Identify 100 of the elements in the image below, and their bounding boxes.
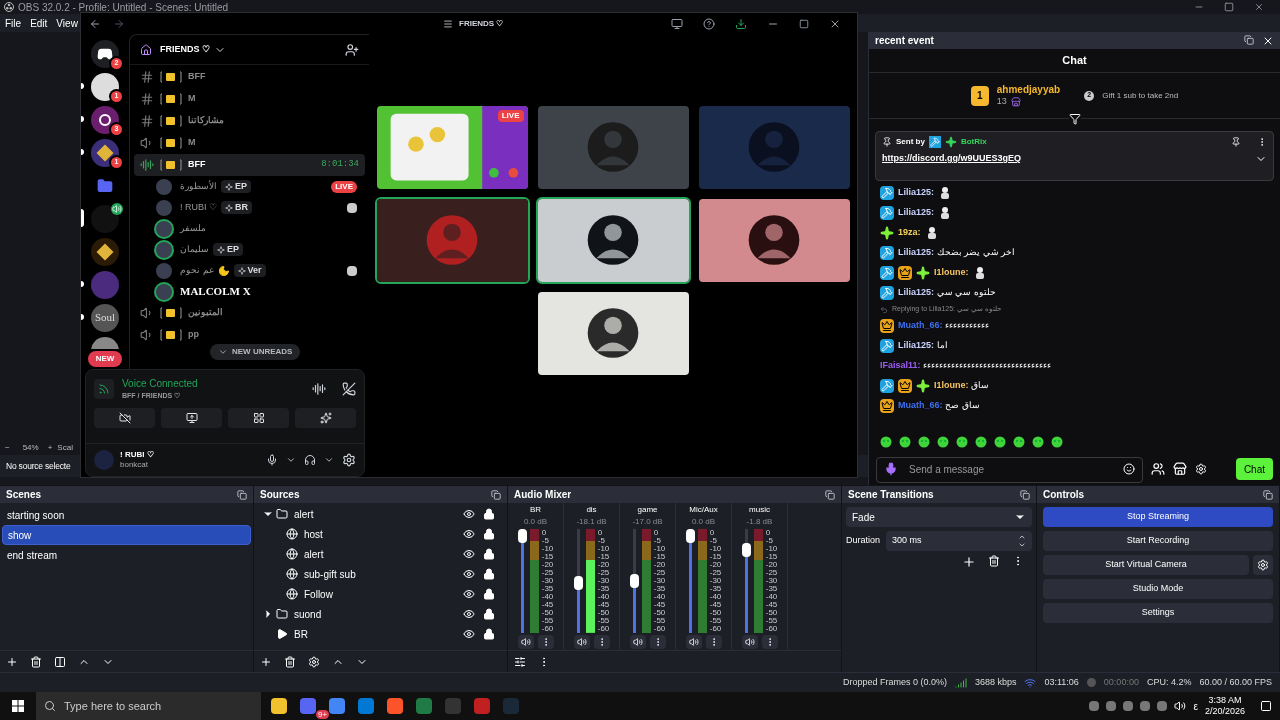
zoom-out-button[interactable]: − xyxy=(5,442,10,454)
server-icon[interactable] xyxy=(91,204,119,233)
smiley-emote-icon[interactable] xyxy=(975,436,987,448)
lock-icon[interactable] xyxy=(483,628,495,640)
mic-icon[interactable] xyxy=(884,462,898,476)
scene-item[interactable]: show xyxy=(2,525,251,545)
add-icon[interactable] xyxy=(962,555,976,569)
duration-field[interactable]: 300 ms xyxy=(886,531,1032,551)
member-name[interactable]: سليمان xyxy=(180,242,209,257)
menu-item[interactable]: File xyxy=(5,15,22,31)
video-tile[interactable]: LIVE xyxy=(374,104,530,191)
voice-channel[interactable]: pp xyxy=(134,324,365,346)
eye-icon[interactable] xyxy=(463,628,475,640)
float-icon[interactable] xyxy=(237,489,247,500)
member-name[interactable]: الأسطورة xyxy=(180,179,217,194)
pinned-link[interactable]: https://discord.gg/w9UUES3gEQ xyxy=(882,152,1021,166)
chevron-down-icon[interactable] xyxy=(324,455,334,465)
eye-icon[interactable] xyxy=(463,528,475,540)
source-name[interactable]: alert xyxy=(294,506,314,522)
mute-button[interactable] xyxy=(685,635,702,649)
lock-icon[interactable] xyxy=(483,548,495,560)
float-icon[interactable] xyxy=(1263,489,1273,500)
tray-icon[interactable] xyxy=(1123,701,1134,711)
member-name[interactable]: عم نحوم xyxy=(180,263,214,278)
smiley-emote-icon[interactable] xyxy=(899,436,911,448)
fader-thumb[interactable] xyxy=(741,542,751,557)
mute-button[interactable] xyxy=(517,635,534,649)
scene-item[interactable]: starting soon xyxy=(2,505,251,525)
control-button[interactable]: Stop Streaming xyxy=(1043,507,1273,527)
activity-button[interactable] xyxy=(228,407,289,428)
eye-icon[interactable] xyxy=(463,548,475,560)
fader-thumb[interactable] xyxy=(685,529,695,543)
send-button[interactable]: Chat xyxy=(1235,458,1273,480)
eye-icon[interactable] xyxy=(463,508,475,520)
mute-button[interactable] xyxy=(629,635,646,649)
more-button[interactable] xyxy=(705,635,722,649)
help-icon[interactable] xyxy=(703,17,715,30)
voice-channel[interactable]: المتبونين xyxy=(134,302,365,324)
smiley-emote-icon[interactable] xyxy=(918,436,930,448)
fader-thumb[interactable] xyxy=(573,575,583,590)
text-channel[interactable]: BFF xyxy=(134,66,365,88)
transition-select[interactable]: Fade xyxy=(846,507,1032,527)
invite-icon[interactable] xyxy=(345,42,359,57)
taskbar-search-field[interactable]: Type here to search xyxy=(36,692,261,720)
tray-icon[interactable] xyxy=(1157,701,1168,711)
mute-button[interactable] xyxy=(741,635,758,649)
tray-icon[interactable] xyxy=(1089,701,1100,711)
emoji-icon[interactable] xyxy=(1123,463,1135,475)
disconnect-icon[interactable] xyxy=(342,381,356,396)
lock-icon[interactable] xyxy=(483,608,495,620)
control-button[interactable]: Studio Mode xyxy=(1043,579,1273,599)
server-icon[interactable]: Soul xyxy=(91,303,119,332)
eye-icon[interactable] xyxy=(463,568,475,580)
server-icon[interactable] xyxy=(91,138,119,167)
smiley-emote-icon[interactable] xyxy=(1051,436,1063,448)
spin-down-icon[interactable] xyxy=(1018,541,1026,549)
smiley-emote-icon[interactable] xyxy=(880,436,892,448)
camera-settings-button[interactable] xyxy=(1253,555,1273,575)
camera-off-button[interactable] xyxy=(94,407,155,428)
maximize-icon[interactable] xyxy=(799,18,809,29)
member-name[interactable]: ملسفر xyxy=(180,221,206,236)
delete-icon[interactable] xyxy=(30,655,42,668)
lock-icon[interactable] xyxy=(483,508,495,520)
screen-icon[interactable] xyxy=(671,17,683,30)
voice-channel[interactable]: M xyxy=(134,132,365,154)
source-name[interactable]: sub-gift sub xyxy=(304,566,356,582)
eye-icon[interactable] xyxy=(463,608,475,620)
tray-icon[interactable] xyxy=(1140,701,1151,711)
menu-item[interactable]: Edit xyxy=(30,15,48,31)
server-icon[interactable] xyxy=(91,237,119,266)
soundboard-icon[interactable] xyxy=(312,381,326,396)
mic-icon[interactable] xyxy=(266,454,278,466)
more-button[interactable] xyxy=(649,635,666,649)
voice-channel[interactable]: BFF 8:01:34 xyxy=(134,154,365,176)
float-icon[interactable] xyxy=(491,489,501,500)
member-name[interactable]: ! RUBI ♡ xyxy=(180,200,217,215)
float-icon[interactable] xyxy=(1020,489,1030,500)
fader-track[interactable] xyxy=(688,529,692,633)
more-button[interactable] xyxy=(537,635,554,649)
tray-icon[interactable] xyxy=(1106,701,1117,711)
screen-share-button[interactable] xyxy=(161,407,222,428)
message-field[interactable]: Send a message xyxy=(876,456,1143,483)
control-button[interactable]: Start Recording xyxy=(1043,531,1273,551)
add-icon[interactable] xyxy=(6,655,18,668)
start-icon[interactable] xyxy=(12,700,24,712)
fader-track[interactable] xyxy=(576,529,580,633)
maximize-icon[interactable] xyxy=(1224,2,1234,12)
zoom-in-button[interactable]: + xyxy=(47,442,53,454)
control-button[interactable]: Settings xyxy=(1043,603,1273,623)
server-name[interactable]: FRIENDS ♡ xyxy=(160,42,210,57)
server-icon[interactable] xyxy=(91,39,119,68)
effects-button[interactable] xyxy=(295,407,356,428)
volume-icon[interactable] xyxy=(1174,700,1187,712)
eye-icon[interactable] xyxy=(463,588,475,600)
input-language[interactable]: ε xyxy=(1193,698,1198,714)
mute-button[interactable] xyxy=(573,635,590,649)
scene-item[interactable]: end stream xyxy=(2,545,251,565)
headphones-icon[interactable] xyxy=(304,454,316,466)
settings-icon[interactable] xyxy=(342,453,356,467)
lock-icon[interactable] xyxy=(483,528,495,540)
